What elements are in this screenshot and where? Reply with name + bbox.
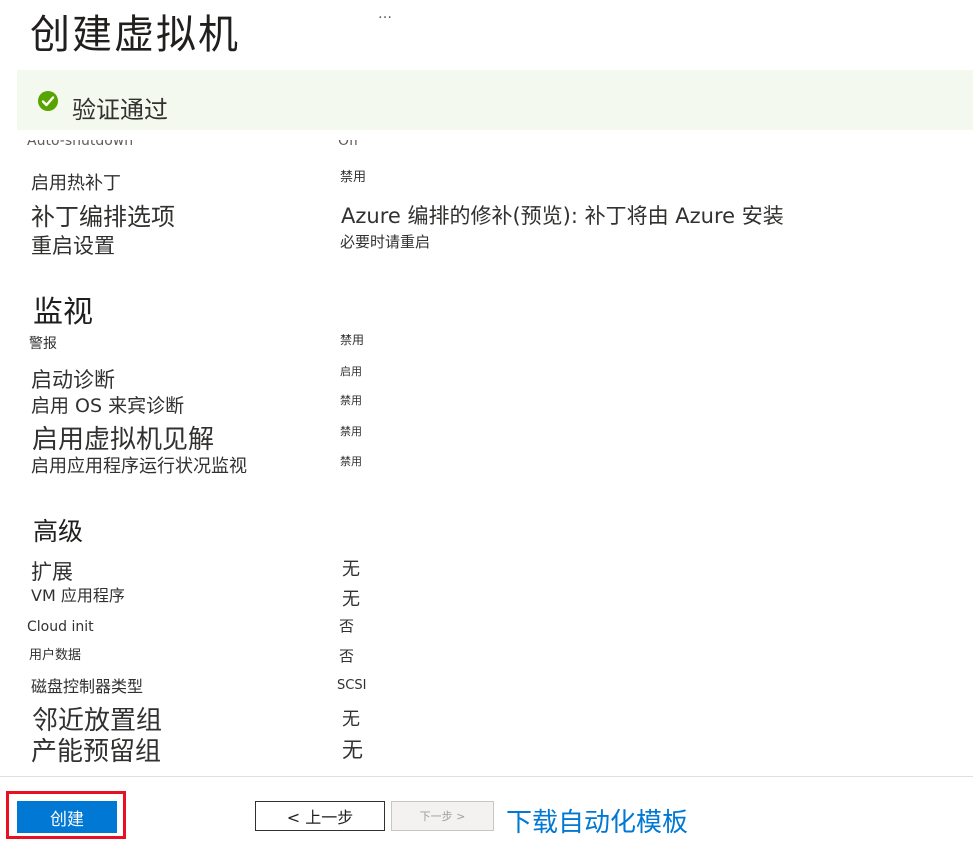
reboot-setting-label: 重启设置 (31, 234, 115, 258)
user-data-value: 否 (339, 647, 355, 665)
extensions-label: 扩展 (31, 560, 73, 584)
auto-shutdown-value: Off (338, 140, 359, 149)
cloud-init-label: Cloud init (27, 619, 94, 635)
alerts-label: 警报 (29, 336, 57, 352)
disk-controller-type-value: SCSI (337, 678, 367, 693)
hotpatch-label: 启用热补丁 (31, 173, 121, 194)
app-health-monitoring-label: 启用应用程序运行状况监视 (31, 456, 247, 477)
cloud-init-value: 否 (339, 617, 355, 635)
vm-insights-value: 禁用 (340, 425, 362, 438)
patch-orchestration-label: 补丁编排选项 (31, 203, 175, 231)
more-options-icon[interactable]: … (378, 6, 392, 22)
check-circle-icon (38, 91, 58, 111)
monitoring-heading: 监视 (33, 295, 93, 330)
user-data-label: 用户数据 (29, 648, 82, 663)
vm-insights-label: 启用虚拟机见解 (32, 425, 215, 455)
next-button: 下一步 > (391, 801, 494, 831)
patch-orchestration-value: Azure 编排的修补(预览): 补丁将由 Azure 安装 (341, 204, 784, 228)
proximity-placement-group-value: 无 (342, 709, 360, 730)
capacity-reservation-group-value: 无 (342, 738, 363, 762)
alerts-value: 禁用 (340, 333, 365, 347)
footer-bar: 创建 < 上一步 下一步 > 下载自动化模板 (0, 776, 973, 850)
previous-button[interactable]: < 上一步 (255, 801, 385, 831)
auto-shutdown-label: Auto-shutdown (27, 140, 134, 149)
os-guest-diagnostics-value: 禁用 (340, 394, 362, 407)
capacity-reservation-group-label: 产能预留组 (31, 737, 162, 767)
vm-applications-value: 无 (342, 589, 360, 610)
reboot-setting-value: 必要时请重启 (340, 233, 431, 251)
extensions-value: 无 (342, 559, 360, 580)
validation-text: 验证通过 (72, 96, 168, 124)
boot-diagnostics-value: 启用 (340, 365, 362, 378)
page-title: 创建虚拟机 (30, 12, 240, 58)
download-template-link[interactable]: 下载自动化模板 (506, 802, 688, 839)
os-guest-diagnostics-label: 启用 OS 来宾诊断 (31, 395, 185, 417)
create-button[interactable]: 创建 (17, 801, 117, 833)
hotpatch-value: 禁用 (340, 170, 367, 185)
proximity-placement-group-label: 邻近放置组 (32, 706, 163, 736)
app-health-monitoring-value: 禁用 (340, 455, 362, 468)
review-scroll-area[interactable]: Auto-shutdown Off 启用热补丁 禁用 补丁编排选项 Azure … (0, 140, 973, 776)
advanced-heading: 高级 (33, 517, 84, 546)
disk-controller-type-label: 磁盘控制器类型 (31, 677, 144, 696)
boot-diagnostics-label: 启动诊断 (31, 368, 115, 392)
vm-applications-label: VM 应用程序 (31, 586, 125, 605)
validation-banner: 验证通过 (17, 70, 973, 130)
